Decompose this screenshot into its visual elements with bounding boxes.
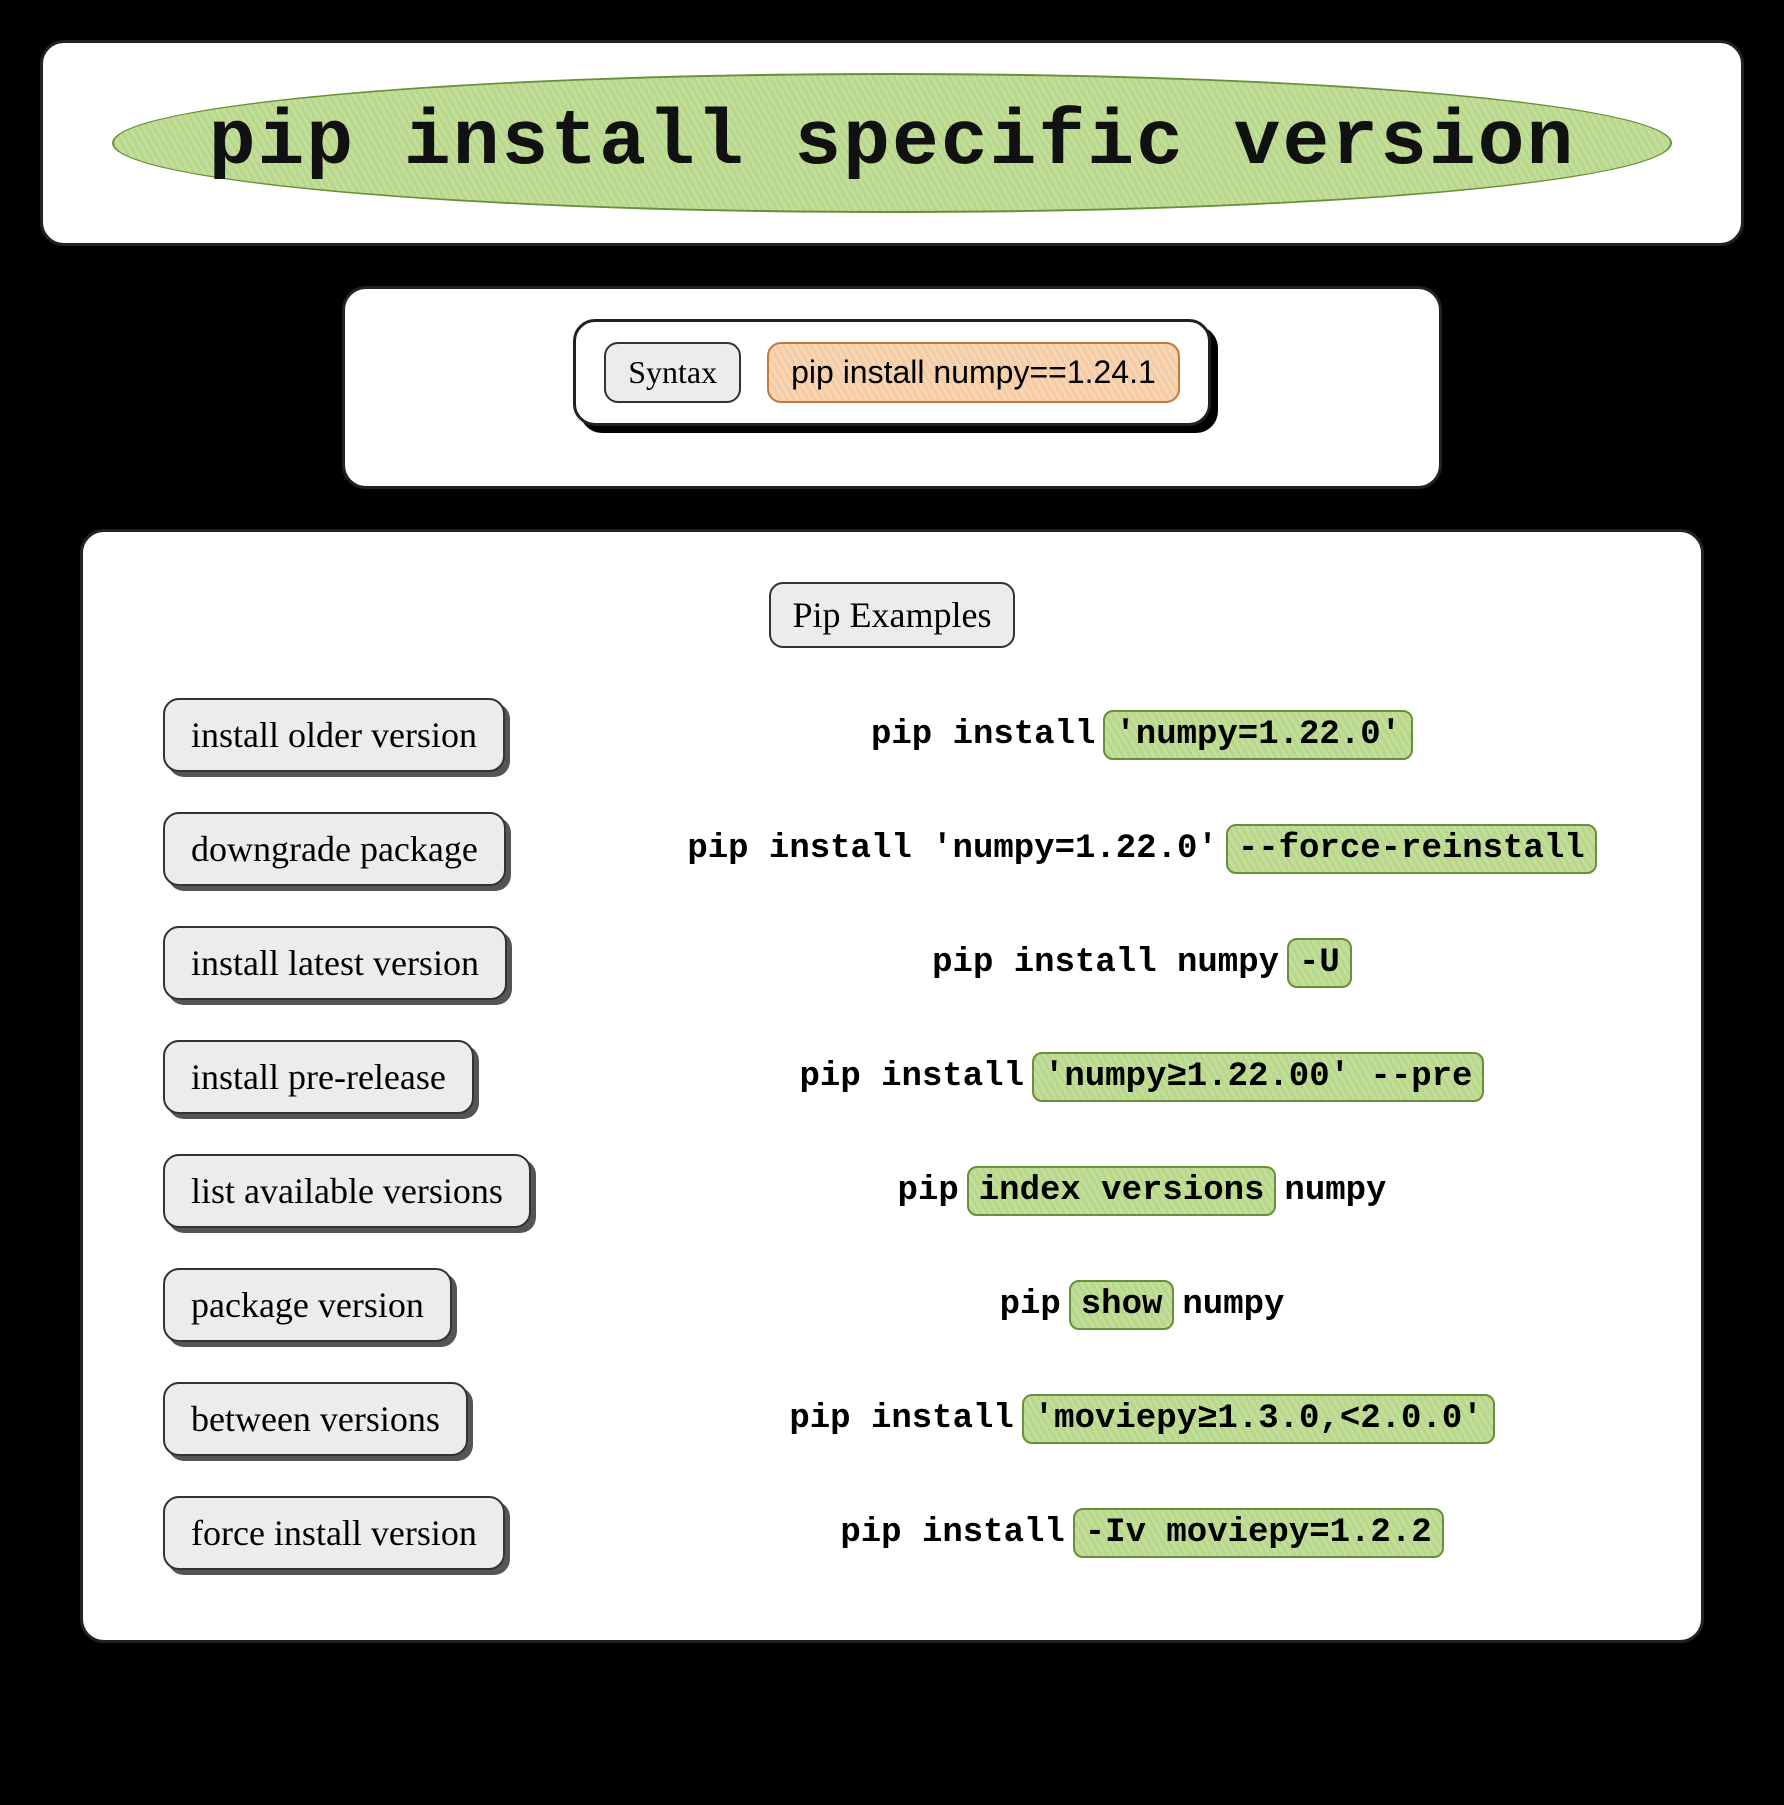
examples-card: Pip Examples install older version pip in… [80,529,1704,1643]
code-text: pip install [789,1400,1013,1438]
syntax-label: Syntax [604,342,741,403]
code-highlight: -U [1287,938,1352,988]
example-label: package version [163,1268,452,1342]
example-code: pip index versions numpy [663,1166,1621,1216]
syntax-inner: Syntax pip install numpy==1.24.1 [573,319,1211,426]
example-row: package version pip show numpy [163,1268,1621,1342]
code-text: pip [898,1172,959,1210]
syntax-card: Syntax pip install numpy==1.24.1 [342,286,1442,489]
syntax-command: pip install numpy==1.24.1 [767,342,1180,403]
code-highlight: 'numpy=1.22.0' [1103,710,1413,760]
example-code: pip show numpy [663,1280,1621,1330]
code-highlight: --force-reinstall [1226,824,1597,874]
example-row: install latest version pip install numpy … [163,926,1621,1000]
title-ellipse: pip install specific version [112,73,1672,213]
code-text: pip [1000,1286,1061,1324]
code-text: pip install [840,1514,1064,1552]
example-row: install older version pip install 'numpy=… [163,698,1621,772]
example-code: pip install 'numpy=1.22.0' [663,710,1621,760]
code-text: pip install [800,1058,1024,1096]
example-row: force install version pip install -Iv mov… [163,1496,1621,1570]
code-text: numpy [1182,1286,1284,1324]
example-code: pip install 'numpy≥1.22.00' --pre [663,1052,1621,1102]
page-title: pip install specific version [209,99,1576,187]
code-highlight: -Iv moviepy=1.2.2 [1073,1508,1444,1558]
code-highlight: show [1069,1280,1175,1330]
code-text: pip install [871,716,1095,754]
example-label: install latest version [163,926,507,1000]
code-highlight: 'moviepy≥1.3.0,<2.0.0' [1022,1394,1495,1444]
example-code: pip install numpy -U [663,938,1621,988]
section-title: Pip Examples [769,582,1016,648]
section-title-wrap: Pip Examples [163,582,1621,648]
code-text: pip install numpy [932,944,1279,982]
code-text: pip install 'numpy=1.22.0' [687,830,1218,868]
example-code: pip install 'numpy=1.22.0'--force-reinst… [663,824,1621,874]
example-label: downgrade package [163,812,506,886]
code-highlight: index versions [967,1166,1277,1216]
example-row: list available versions pip index version… [163,1154,1621,1228]
example-code: pip install 'moviepy≥1.3.0,<2.0.0' [663,1394,1621,1444]
code-highlight: 'numpy≥1.22.00' --pre [1032,1052,1484,1102]
example-label: force install version [163,1496,505,1570]
example-code: pip install -Iv moviepy=1.2.2 [663,1508,1621,1558]
example-row: between versions pip install 'moviepy≥1.3… [163,1382,1621,1456]
example-label: install older version [163,698,505,772]
example-label: install pre-release [163,1040,474,1114]
example-label: list available versions [163,1154,531,1228]
example-row: install pre-release pip install 'numpy≥1.… [163,1040,1621,1114]
example-label: between versions [163,1382,468,1456]
examples-grid: install older version pip install 'numpy=… [163,698,1621,1570]
example-row: downgrade package pip install 'numpy=1.22… [163,812,1621,886]
code-text: numpy [1284,1172,1386,1210]
header-card: pip install specific version [40,40,1744,246]
